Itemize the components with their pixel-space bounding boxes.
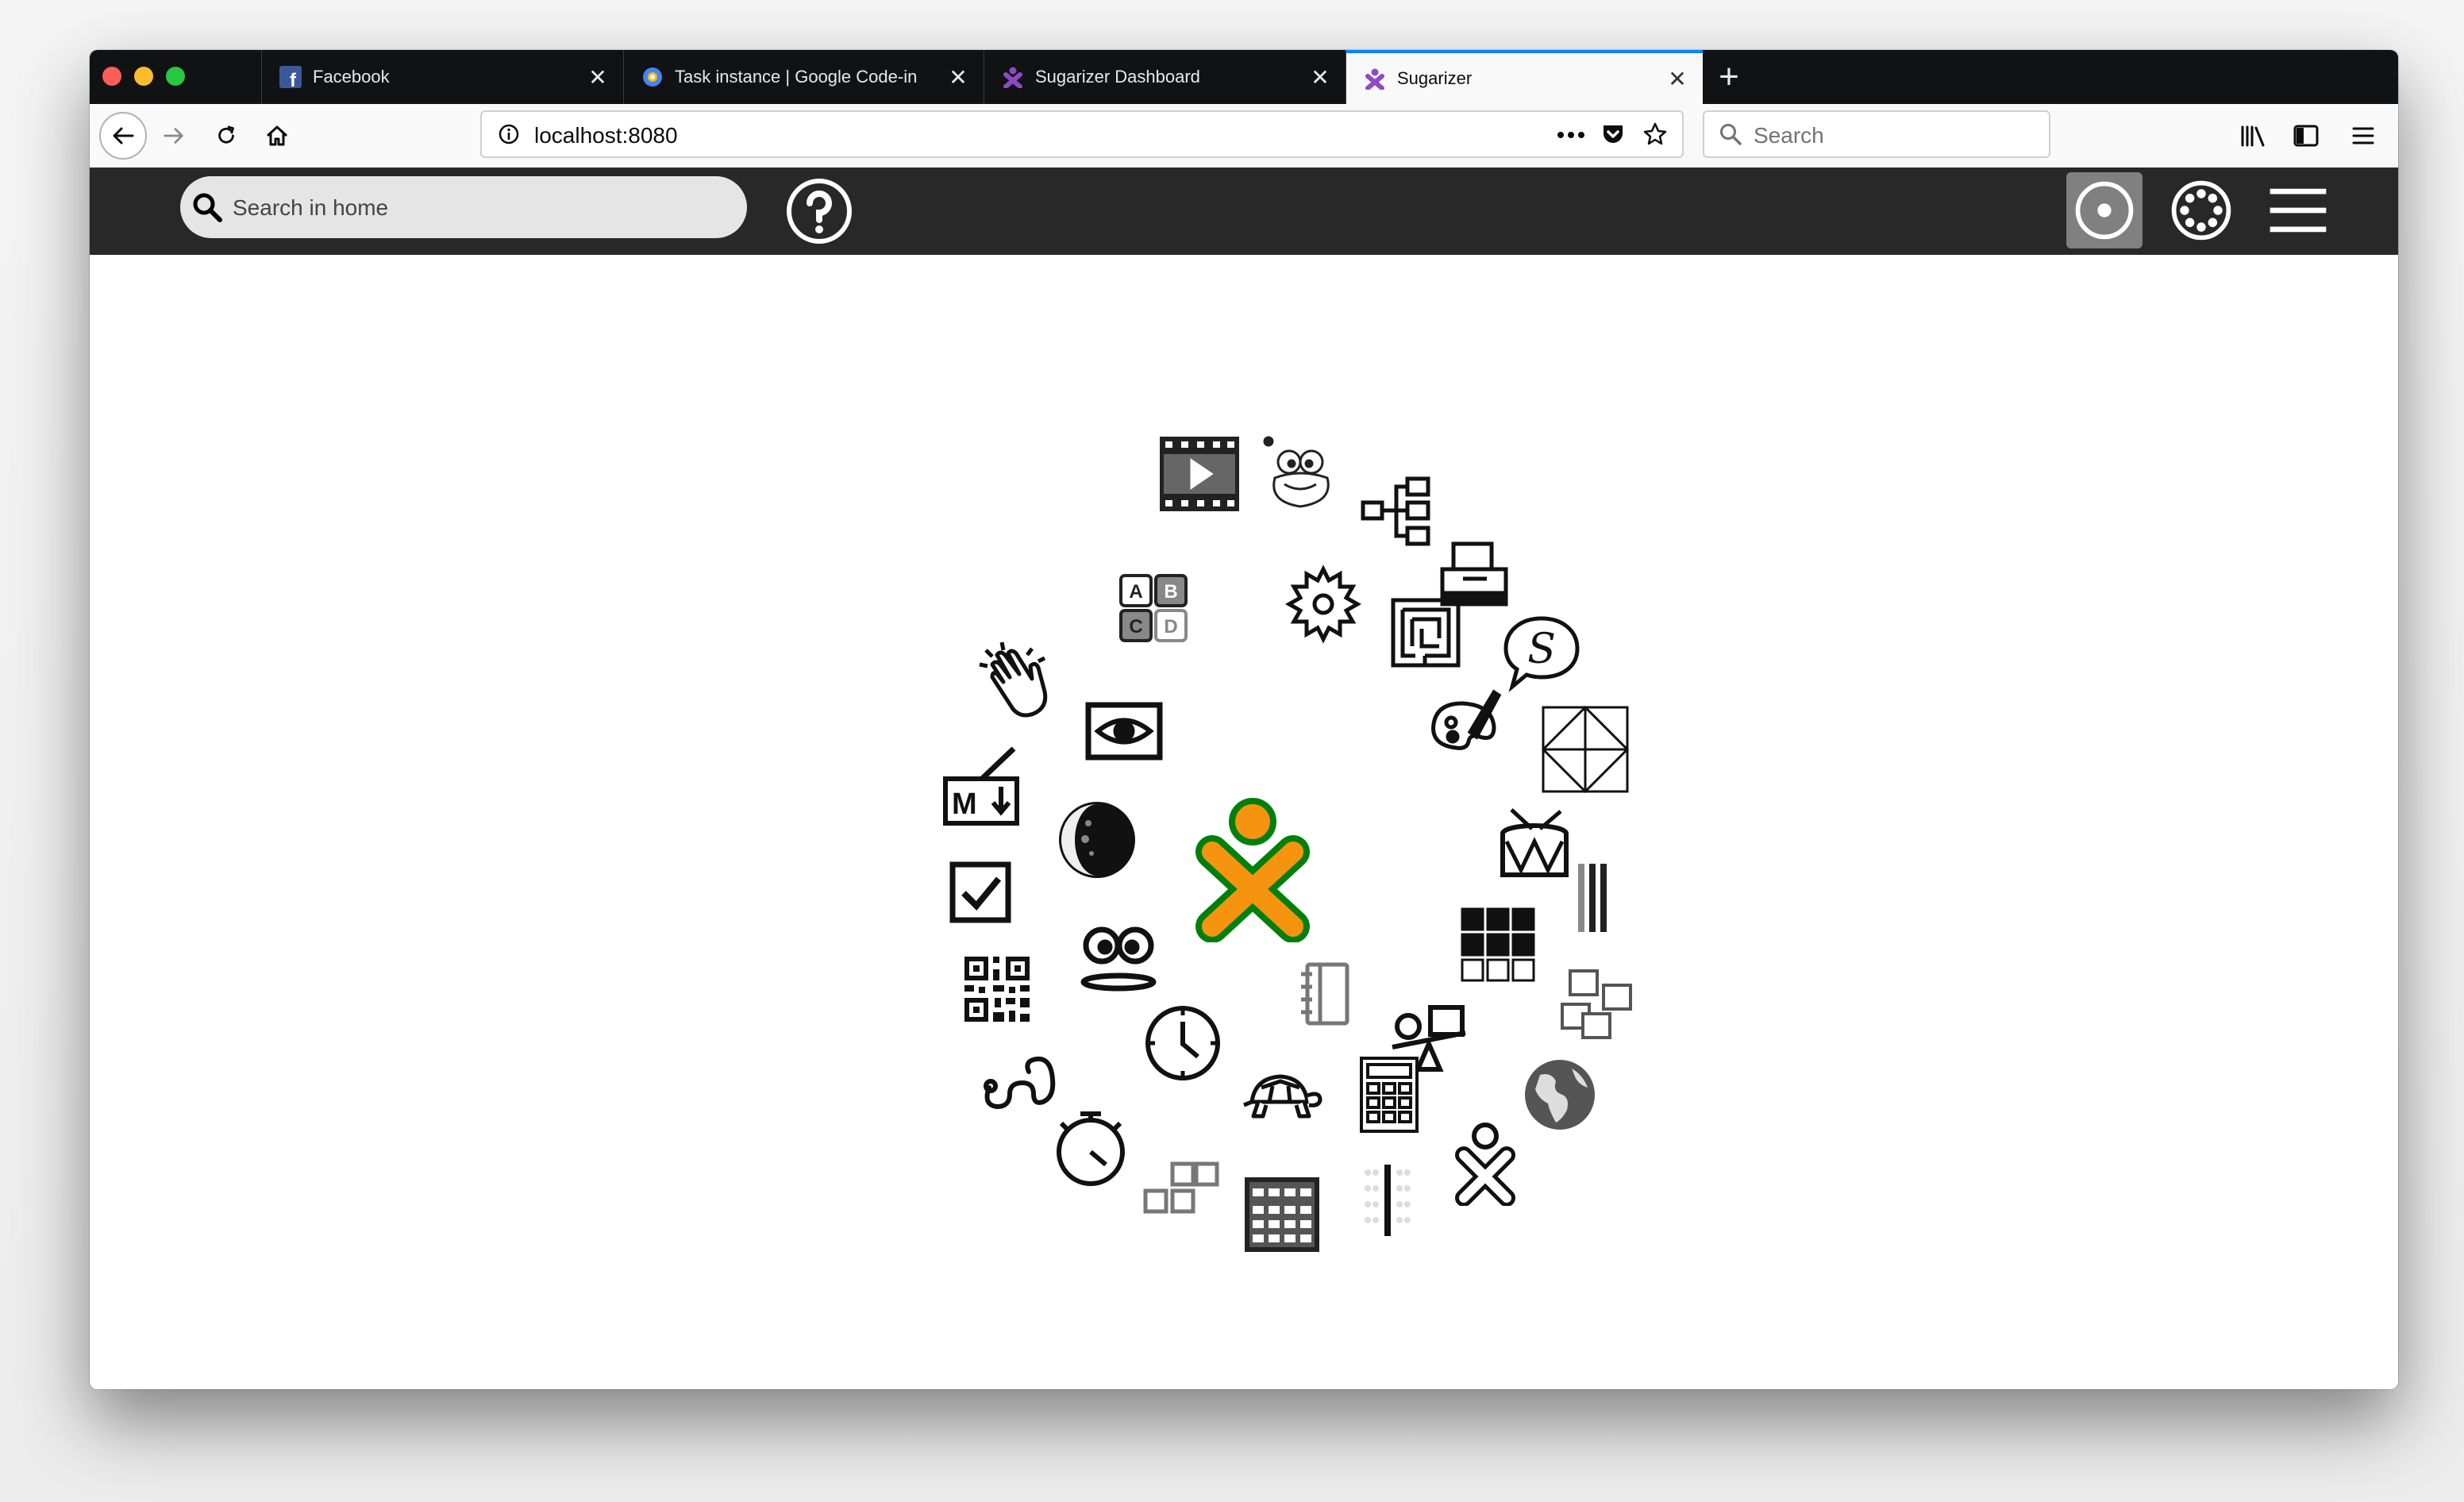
maze-icon[interactable] [1382, 589, 1469, 676]
tab-title: Sugarizer [1397, 68, 1473, 88]
turtle-icon[interactable] [1238, 1049, 1325, 1137]
back-button[interactable] [99, 112, 147, 160]
home-search-input[interactable]: Search in home [180, 176, 747, 238]
forward-arrow-icon [164, 128, 183, 144]
eye-icon[interactable] [1080, 687, 1168, 775]
url-bar[interactable]: localhost:8080 [480, 110, 1684, 158]
squares-icon[interactable] [1553, 961, 1640, 1049]
moon-icon[interactable] [1053, 796, 1141, 884]
navigation-bar: localhost:8080 Search [90, 104, 2398, 168]
home-icon [266, 125, 288, 146]
tab-sugarizer[interactable]: Sugarizer ✕ [1346, 50, 1703, 104]
bars-icon[interactable] [1548, 854, 1635, 942]
snake-icon[interactable] [975, 1035, 1062, 1123]
home-view: S M A B C D [90, 255, 2398, 1389]
close-window-button[interactable] [102, 67, 121, 86]
radial-view-icon [2075, 181, 2134, 240]
video-viewer-icon[interactable] [1156, 430, 1243, 518]
forward-button[interactable] [150, 112, 198, 160]
svg-text:M: M [952, 788, 977, 821]
tab-google-codein[interactable]: Task instance | Google Code-in ✕ [623, 50, 984, 104]
home-button[interactable] [253, 112, 301, 160]
info-icon[interactable] [498, 123, 520, 145]
face-icon[interactable] [1075, 915, 1162, 1003]
help-button[interactable] [783, 175, 855, 247]
zoom-window-button[interactable] [166, 67, 185, 86]
abcd-icon[interactable]: AB C D [1110, 564, 1197, 652]
help-icon [787, 179, 852, 244]
search-placeholder: Search [1754, 123, 1824, 148]
grid-icon[interactable] [1344, 1157, 1431, 1244]
tab-strip: f Facebook ✕ Task instance | Google Code… [90, 50, 2398, 104]
hamburger-menu-icon [2352, 127, 2374, 144]
close-tab-icon[interactable]: ✕ [1303, 64, 1338, 91]
tangram-icon[interactable] [1542, 706, 1629, 793]
sidebar-icon [2293, 125, 2319, 147]
tab-title: Task instance | Google Code-in [675, 67, 918, 87]
svg-text:f: f [290, 70, 297, 88]
sugarizer-icon [1364, 67, 1386, 91]
checkbox-icon[interactable] [937, 849, 1024, 936]
tab-title: Facebook [313, 67, 390, 87]
globe-icon[interactable] [1516, 1051, 1604, 1138]
xo-icon[interactable] [1442, 1119, 1529, 1206]
library-button[interactable] [2230, 112, 2277, 160]
markdown-icon[interactable]: M [939, 742, 1026, 830]
color-grid-icon[interactable] [1454, 901, 1542, 988]
sugarizer-toolbar: Search in home [90, 168, 2398, 255]
tab-facebook[interactable]: f Facebook ✕ [261, 50, 623, 104]
minimize-window-button[interactable] [134, 67, 153, 86]
clock-icon[interactable] [1139, 999, 1226, 1087]
tab-title: Sugarizer Dashboard [1035, 67, 1200, 87]
library-icon [2241, 125, 2265, 147]
reload-icon [218, 125, 234, 144]
speak-icon[interactable]: S [1498, 609, 1585, 696]
svg-text:B: B [1164, 581, 1177, 603]
close-tab-icon[interactable]: ✕ [580, 64, 615, 91]
list-view-button[interactable] [2260, 172, 2336, 248]
list-view-icon [2270, 188, 2327, 233]
neighborhood-view-button[interactable] [2163, 172, 2239, 248]
search-icon [1720, 124, 1742, 145]
gear-icon[interactable] [1280, 558, 1367, 645]
back-arrow-icon [113, 127, 134, 144]
new-tab-button[interactable]: + [1709, 55, 1749, 99]
search-placeholder: Search in home [233, 195, 389, 220]
abacus-icon[interactable] [1238, 1171, 1326, 1258]
svg-text:C: C [1129, 616, 1142, 637]
google-codein-icon [641, 66, 664, 88]
mindmap-icon[interactable] [1352, 468, 1439, 555]
sugarizer-icon [1002, 66, 1024, 89]
search-icon [193, 193, 222, 222]
browser-search-input[interactable]: Search [1703, 110, 2050, 158]
xo-owner-icon[interactable] [1185, 791, 1320, 942]
qr-code-icon[interactable] [953, 945, 1041, 1033]
tab-sugarizer-dashboard[interactable]: Sugarizer Dashboard ✕ [984, 50, 1346, 104]
browser-window: f Facebook ✕ Task instance | Google Code… [90, 50, 2398, 1389]
svg-text:A: A [1129, 581, 1142, 603]
page-actions-icon[interactable] [1557, 131, 1585, 139]
svg-text:D: D [1164, 616, 1177, 637]
pocket-icon[interactable] [1601, 122, 1625, 146]
clap-icon[interactable] [972, 636, 1059, 723]
calculator-icon[interactable] [1346, 1050, 1433, 1138]
journal-icon[interactable] [1280, 950, 1368, 1038]
tuxmath-icon[interactable] [1136, 1148, 1223, 1235]
radial-view-button[interactable] [2066, 172, 2143, 248]
neighborhood-view-icon [2171, 180, 2231, 241]
close-tab-icon[interactable]: ✕ [941, 64, 976, 91]
paint-icon[interactable] [1421, 681, 1508, 768]
facebook-icon: f [279, 66, 302, 91]
svg-text:S: S [1527, 626, 1556, 673]
close-tab-icon[interactable]: ✕ [1660, 66, 1695, 92]
tamtam-frog-icon[interactable] [1257, 430, 1345, 518]
reload-button[interactable] [202, 112, 250, 160]
sidebar-button[interactable] [2282, 112, 2330, 160]
url-text: localhost:8080 [534, 123, 678, 148]
menu-button[interactable] [2339, 112, 2387, 160]
bookmark-star-icon[interactable] [1642, 121, 1668, 147]
